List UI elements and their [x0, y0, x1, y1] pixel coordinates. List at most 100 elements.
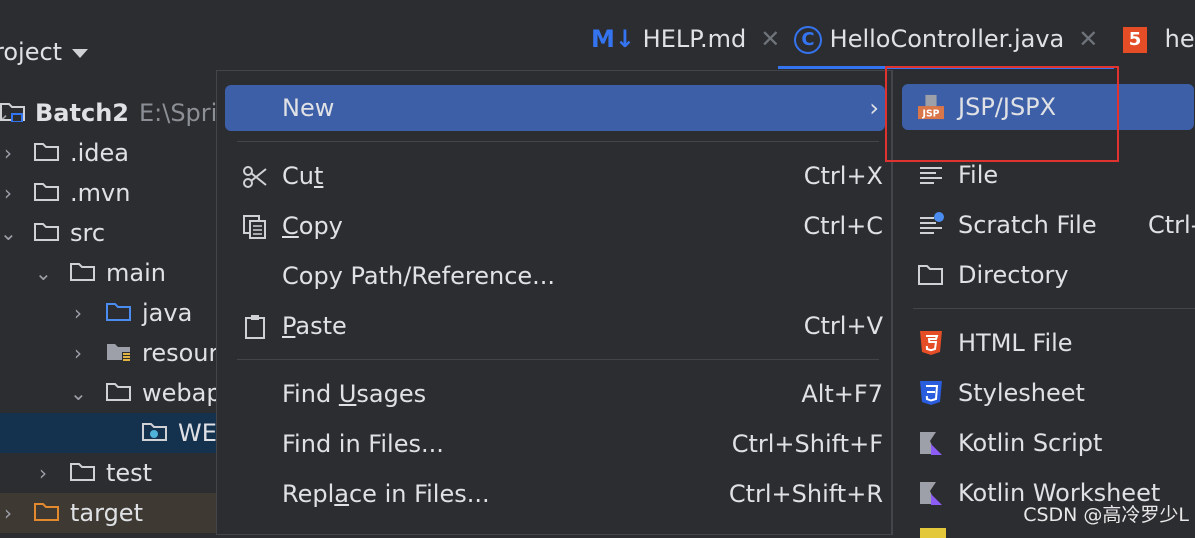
module-folder-icon — [0, 103, 25, 122]
menu-item-label: ce in Files... — [348, 480, 490, 508]
folder-icon — [70, 463, 95, 481]
tree-item-idea[interactable]: › .idea — [0, 133, 240, 173]
tree-item-src[interactable]: ⌄ src — [0, 213, 240, 253]
tree-item-resources[interactable]: › resour — [0, 333, 240, 373]
shortcut: Alt+F7 — [801, 380, 883, 408]
menu-item-label: opy — [298, 212, 343, 240]
scissors-icon — [243, 166, 267, 188]
menu-item-label: New — [282, 94, 335, 122]
resources-folder-icon — [107, 344, 131, 362]
source-folder-icon — [106, 303, 131, 321]
submenu-item-label: HTML File — [958, 329, 1073, 357]
tree-item-label: test — [106, 459, 153, 487]
menu-item-label: Repl — [282, 480, 335, 508]
menu-item-label: Cu — [282, 162, 314, 190]
folder-icon — [34, 183, 59, 201]
menu-item-find-usages[interactable]: Find Usages Alt+F7 — [225, 371, 885, 417]
menu-item-copy[interactable]: Copy Ctrl+C — [225, 203, 885, 249]
excluded-folder-icon — [34, 503, 59, 521]
tree-item-target[interactable]: › target — [0, 493, 240, 533]
web-folder-icon — [142, 423, 167, 441]
menu-item-find-in-files[interactable]: Find in Files... Ctrl+Shift+F — [225, 421, 885, 467]
tree-item-mvn[interactable]: › .mvn — [0, 173, 240, 213]
shortcut: Ctrl+Shift+R — [728, 480, 883, 508]
folder-icon — [918, 265, 943, 285]
submenu-item-label: Scratch File — [958, 211, 1097, 239]
chevron-down-icon[interactable]: ⌄ — [70, 373, 87, 413]
mnemonic: a — [334, 480, 349, 508]
menu-item-cut[interactable]: Cut Ctrl+X — [225, 153, 885, 199]
submenu-item-kotlin-script[interactable]: Kotlin Script — [902, 420, 1195, 466]
tree-item-label: main — [106, 259, 166, 287]
tree-item-label: java — [142, 299, 193, 327]
tab-help-md[interactable]: M↓ HELP.md ✕ — [591, 12, 780, 66]
tree-item-main[interactable]: ⌄ main — [0, 253, 240, 293]
shortcut: Ctrl+C — [803, 212, 883, 240]
partial-item-icon — [920, 528, 946, 538]
chevron-right-icon[interactable]: › — [70, 293, 86, 333]
java-class-icon: C — [794, 26, 822, 54]
folder-icon — [34, 143, 59, 161]
menu-item-label: Find — [282, 380, 339, 408]
mnemonic: U — [338, 380, 357, 408]
clipboard-icon — [245, 315, 265, 339]
chevron-down-icon[interactable] — [72, 48, 89, 58]
chevron-right-icon[interactable]: › — [0, 493, 16, 533]
tree-item-label: resour — [142, 339, 219, 367]
kotlin-worksheet-icon — [920, 482, 942, 505]
kotlin-script-icon — [920, 432, 942, 455]
submenu-item-stylesheet[interactable]: Stylesheet — [902, 370, 1195, 416]
menu-item-label: Find in Files... — [282, 430, 444, 458]
close-icon[interactable]: ✕ — [1078, 25, 1098, 53]
watermark: CSDN @高冷罗少L — [1023, 504, 1189, 526]
submenu-item-label: Directory — [958, 261, 1069, 289]
tree-item-webapp[interactable]: ⌄ webap — [0, 373, 240, 413]
menu-item-paste[interactable]: Paste Ctrl+V — [225, 303, 885, 349]
tree-item-web-inf[interactable]: WE — [0, 413, 240, 453]
tree-item-label: src — [70, 219, 106, 247]
chevron-right-icon[interactable]: › — [0, 173, 16, 213]
submenu-item-label: Kotlin Script — [958, 429, 1103, 457]
folder-icon — [34, 223, 59, 241]
chevron-right-icon[interactable]: › — [35, 453, 51, 493]
context-menu: New › Cut Ctrl+X Copy Ctrl+C Copy Path/R… — [216, 70, 892, 535]
file-lines-icon — [920, 167, 942, 184]
submenu-item-scratch-file[interactable]: Scratch File Ctrl- — [902, 202, 1195, 248]
copy-icon — [243, 215, 266, 239]
mnemonic: C — [282, 212, 299, 240]
project-view-selector[interactable]: roject — [0, 38, 89, 66]
tree-item-label: WE — [178, 419, 217, 447]
tree-item-java[interactable]: › java — [0, 293, 240, 333]
submenu-item-html-file[interactable]: HTML File — [902, 320, 1195, 366]
submenu-item-label: Stylesheet — [958, 379, 1085, 407]
chevron-right-icon[interactable]: › — [70, 333, 86, 373]
tab-label: HelloController.java — [829, 25, 1065, 53]
menu-item-label: Copy Path/Reference... — [282, 262, 556, 290]
editor-tab-bar: M↓ HELP.md ✕ C HelloController.java ✕ 5 he… — [575, 12, 1195, 69]
menu-separator — [237, 141, 879, 142]
submenu-item-directory[interactable]: Directory — [902, 252, 1195, 298]
tab-label: HELP.md — [642, 25, 747, 53]
tree-item-label: target — [70, 499, 143, 527]
tab-hellocontroller-java[interactable]: C HelloController.java ✕ — [778, 12, 1115, 69]
menu-item-replace-in-files[interactable]: Replace in Files... Ctrl+Shift+R — [225, 471, 885, 517]
menu-item-copy-path[interactable]: Copy Path/Reference... — [225, 253, 885, 299]
tree-item-batch2[interactable]: ⌄ Batch2 E:\Sprin — [0, 93, 240, 133]
menu-separator — [913, 308, 1195, 309]
html5-icon — [920, 331, 942, 355]
tree-item-test[interactable]: › test — [0, 453, 240, 493]
markdown-icon: M↓ — [591, 25, 635, 53]
folder-icon — [70, 263, 95, 281]
chevron-down-icon[interactable]: ⌄ — [35, 253, 52, 293]
chevron-right-icon: › — [869, 94, 879, 122]
tab-label: hel — [1164, 25, 1195, 53]
chevron-down-icon[interactable]: ⌄ — [0, 213, 17, 253]
tab-hello-html[interactable]: 5 hel — [1123, 12, 1195, 66]
shortcut: Ctrl- — [1148, 211, 1195, 239]
menu-item-new[interactable]: New › — [225, 85, 885, 131]
tree-item-label: Batch2 — [35, 99, 129, 127]
menu-item-label: aste — [295, 312, 347, 340]
chevron-right-icon[interactable]: › — [0, 133, 16, 173]
mnemonic: t — [313, 162, 324, 190]
menu-item-label: sages — [356, 380, 427, 408]
